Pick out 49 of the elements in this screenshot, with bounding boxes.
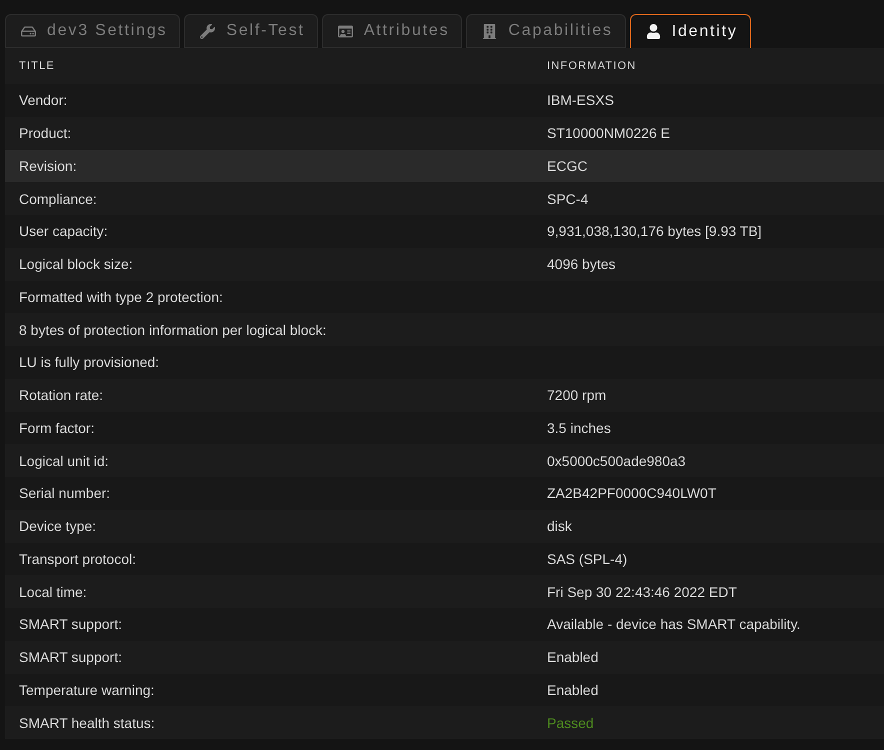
field-label: Device type: [19,518,96,534]
field-value: disk [547,518,572,534]
status-value: Passed [547,714,594,731]
field-label: Temperature warning: [19,682,154,698]
field-value: ZA2B42PF0000C940LW0T [547,485,716,502]
tab[interactable]: Capabilities [466,14,626,48]
field-label: Rotation rate: [19,387,104,404]
field-label: Formatted with type 2 protection: [19,288,223,305]
tab[interactable]: Attributes [322,14,462,48]
column-header: INFORMATION [547,60,636,72]
tab[interactable]: dev3 Settings [5,14,180,48]
field-label: Serial number: [19,485,110,502]
field-label: SMART support: [19,616,122,632]
field-value: 3.5 inches [547,420,611,436]
field-value: Enabled [547,649,598,666]
field-label: 8 bytes of protection information per logical block: [19,322,326,338]
field-label: Transport protocol: [19,550,136,567]
field-value: Enabled [547,682,598,698]
field-value: SAS (SPL-4) [547,550,628,567]
field-label: Logical unit id: [19,452,109,469]
user-icon [646,24,661,39]
wrench-icon [200,24,216,38]
field-value: Available - device has SMART capability. [547,616,800,632]
field-label: SMART health status: [19,714,155,731]
field-value: ST10000NM0226 E [547,125,670,142]
hard-drive-icon [21,24,36,38]
field-label: Local time: [19,584,87,600]
field-label: Form factor: [19,420,94,436]
field-label: Vendor: [19,92,68,108]
field-label: Product: [19,125,72,142]
field-value: SPC-4 [547,190,588,207]
field-value: 0x5000c500ade980a3 [547,452,686,469]
field-value: IBM-ESXS [547,92,614,108]
field-value: Fri Sep 30 22:43:46 2022 EDT [547,584,737,600]
field-label: Compliance: [19,190,97,207]
field-label: SMART support: [19,649,122,666]
field-label: User capacity: [19,223,108,240]
tab[interactable]: Self-Test [184,14,318,48]
field-value: 9,931,038,130,176 bytes [9.93 TB] [547,223,762,240]
tab[interactable]: Identity [630,14,751,48]
field-value: 4096 bytes [547,256,616,272]
field-label: LU is fully provisioned: [19,354,160,370]
building-icon [482,24,498,38]
field-value: ECGC [547,158,588,174]
id-card-icon [338,24,353,38]
field-label: Revision: [19,158,77,174]
field-label: Logical block size: [19,256,133,272]
column-header: TITLE [19,60,55,72]
field-value: 7200 rpm [547,387,606,404]
